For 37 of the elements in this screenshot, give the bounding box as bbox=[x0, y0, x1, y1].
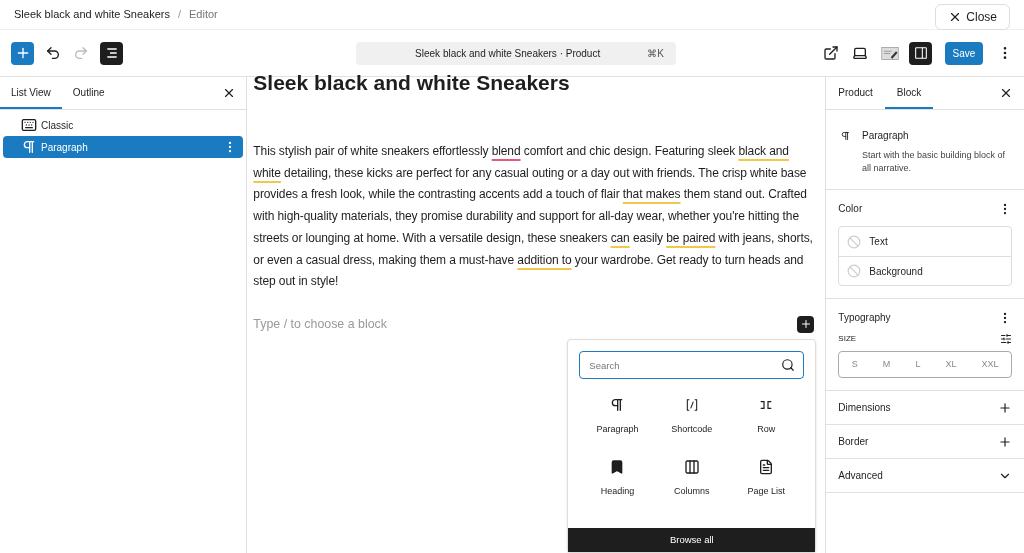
sidebar-tab[interactable]: Product bbox=[826, 77, 885, 109]
panel-title: Color bbox=[838, 202, 863, 216]
block-type-button[interactable]: Paragraph bbox=[580, 397, 655, 437]
block-type-button[interactable]: Columns bbox=[654, 458, 729, 498]
font-size-option[interactable]: S bbox=[847, 357, 862, 372]
post-title[interactable]: Sleek black and white Sneakers bbox=[253, 71, 820, 95]
save-button[interactable]: Save bbox=[945, 41, 983, 65]
color-option[interactable]: Background bbox=[839, 256, 1011, 285]
panel-header[interactable]: Advanced bbox=[826, 459, 1024, 493]
breadcrumb-separator: / bbox=[177, 7, 181, 23]
sidebar-tab[interactable]: Outline bbox=[61, 77, 116, 109]
list-view-item[interactable]: Paragraph bbox=[3, 136, 244, 158]
block-type-button[interactable]: Page List bbox=[729, 458, 804, 498]
page-title: Sleek black and white Sneakers bbox=[14, 7, 170, 23]
search-field[interactable]: Search bbox=[579, 351, 805, 379]
block-description: Start with the basic building block of all narrative. bbox=[862, 149, 1007, 175]
paragraph-block[interactable]: This stylish pair of white sneakers effortlessly blend comfort and chic design. Featuring sleek black and white detailing, these kicks are perfect for any casual outing or a day out with friends. The crisp white base provides a fresh look, while the contrasting accents add a touch of flair that makes them stand out. Crafted with high-quality materials, they promise durability and support for all-day wear, whether you're hitting the streets or lounging at home. With a versatile design, these sneakers can easily be paired with jeans, shorts, or even a casual dress, making them a must-have addition to your wardrobe. Get ready to turn heads and step out in style! bbox=[253, 141, 820, 293]
font-size-option[interactable]: L bbox=[911, 357, 925, 372]
browse-all-button[interactable]: Browse all bbox=[568, 528, 816, 552]
close-button[interactable]: Close bbox=[935, 3, 1010, 30]
block-type-button[interactable]: Heading bbox=[580, 458, 655, 498]
breadcrumb-section: Editor bbox=[189, 6, 218, 23]
sidebar-tab[interactable]: List View bbox=[0, 77, 62, 109]
block-type-button[interactable]: Row bbox=[729, 397, 804, 437]
block-type-button[interactable]: Shortcode bbox=[654, 397, 729, 437]
command-bar[interactable]: Sleek black and white Sneakers · Product ⌘K bbox=[356, 41, 676, 65]
size-label: SIZE bbox=[838, 333, 857, 345]
font-size-option[interactable]: XXL bbox=[977, 357, 1003, 372]
panel-header[interactable]: Dimensions bbox=[826, 391, 1024, 425]
font-size-option[interactable]: XL bbox=[941, 357, 961, 372]
sidebar-tab[interactable]: Block bbox=[884, 77, 934, 109]
block-name: Paragraph bbox=[862, 129, 910, 143]
list-view-item[interactable]: Classic bbox=[3, 114, 244, 136]
panel-header[interactable]: Border bbox=[826, 425, 1024, 459]
font-size-option[interactable]: M bbox=[878, 357, 895, 372]
color-option[interactable]: Text bbox=[839, 227, 1011, 256]
panel-title: Typography bbox=[838, 311, 891, 325]
